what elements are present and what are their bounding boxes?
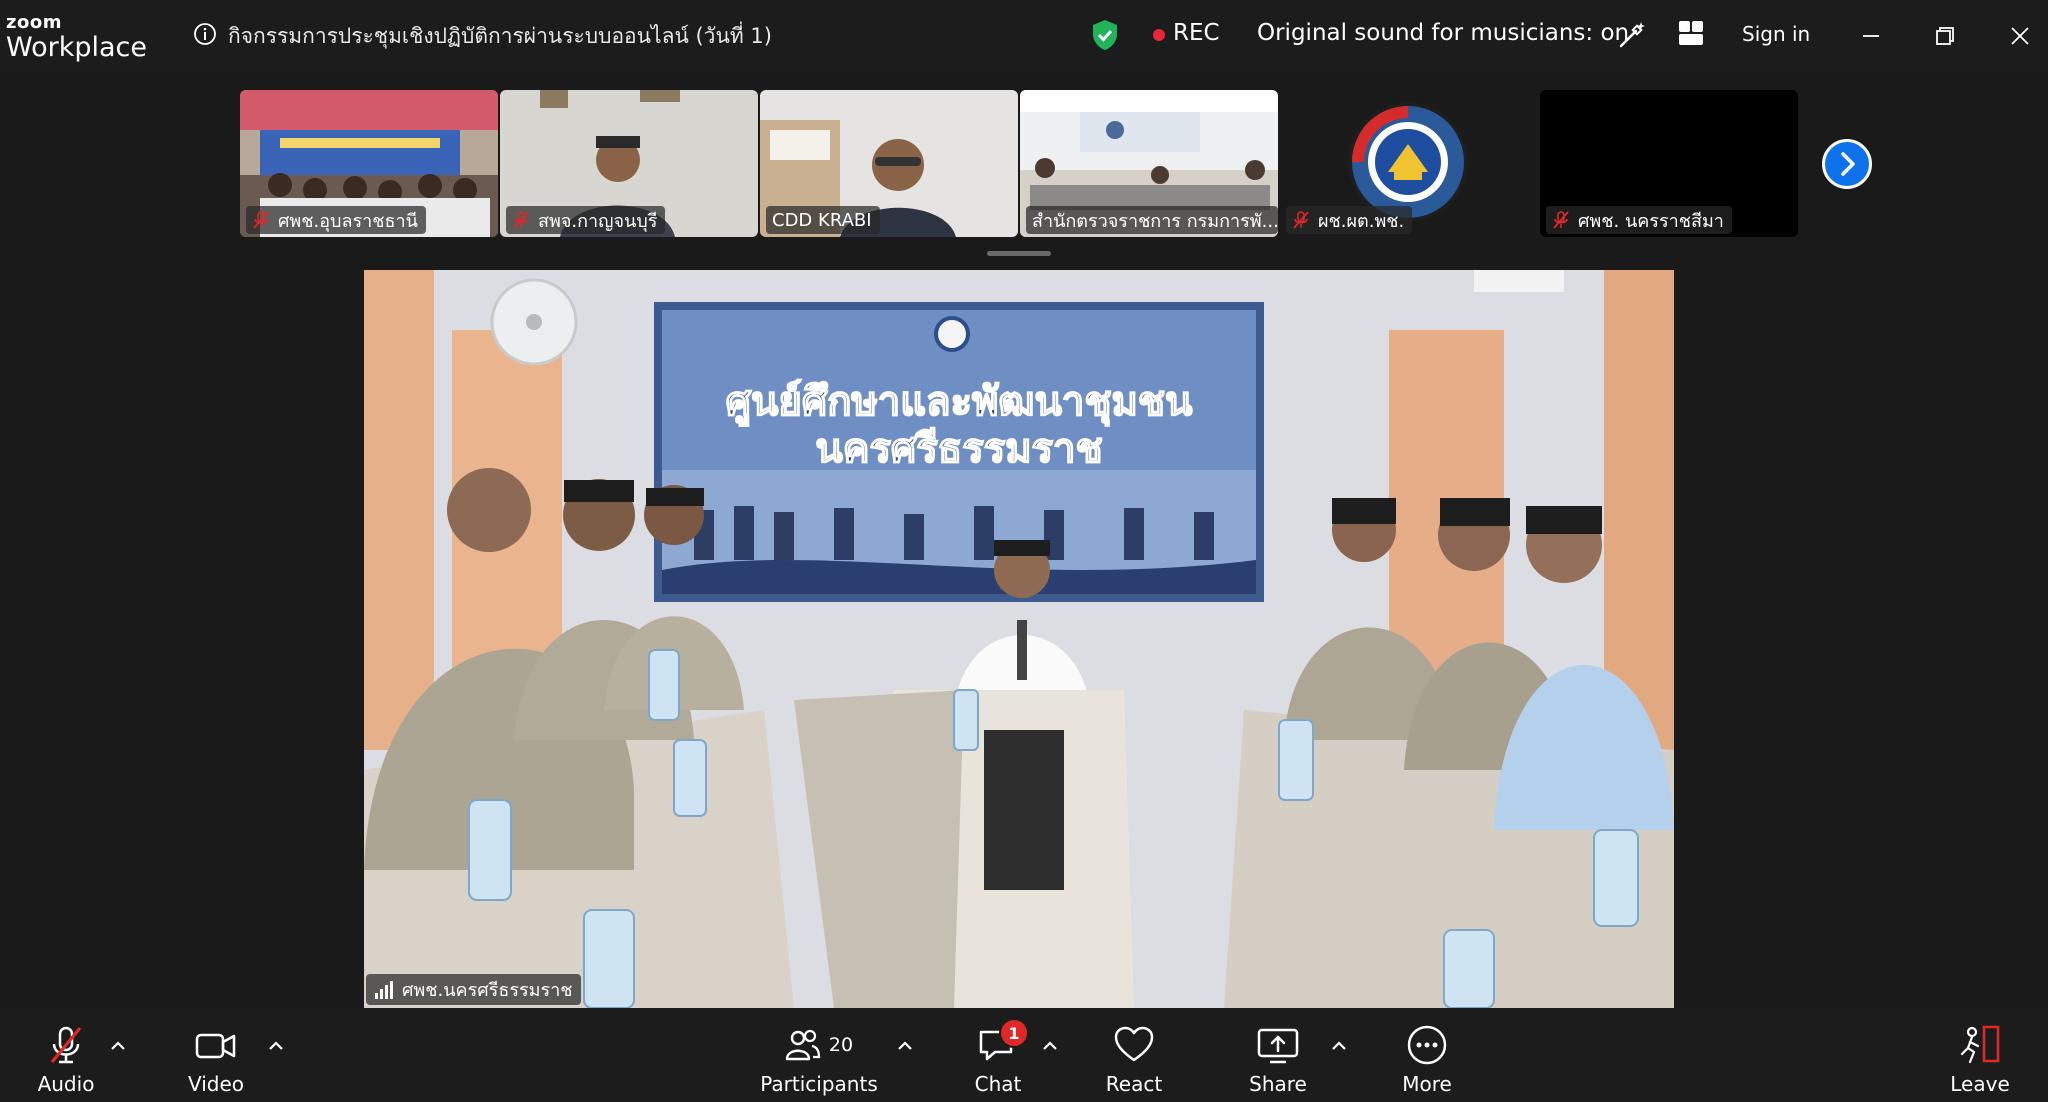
logo-zoom: zoom [6,12,62,33]
video-button[interactable]: Video [188,1024,244,1096]
share-options-chevron-icon[interactable] [1331,1040,1347,1050]
more-dots-icon [1407,1025,1447,1065]
chat-options-chevron-icon[interactable] [1042,1040,1058,1050]
participants-icon [785,1029,821,1061]
participant-tile[interactable]: ผช.ผต.พช. [1280,90,1538,237]
info-icon[interactable] [193,22,217,46]
apps-icon[interactable] [1677,19,1705,47]
participants-options-chevron-icon[interactable] [897,1040,913,1050]
chat-unread-badge: 1 [999,1018,1029,1048]
participants-count: 20 [828,1034,854,1056]
video-camera-icon [195,1033,236,1059]
video-feed: ศูนย์ศึกษาและพัฒนาชุมชน นครศรีธรรมราช [364,270,1674,1008]
participant-name: สพจ.กาญจนบุรี [506,206,666,234]
restore-icon[interactable] [1927,18,1963,54]
share-screen-button[interactable]: Share [1249,1024,1307,1096]
original-sound-toggle[interactable]: Original sound for musicians: on [1257,20,1629,46]
recording-dot-icon [1153,29,1165,41]
minimize-icon[interactable] [1853,18,1889,54]
participant-tile[interactable]: ศพช. นครราชสีมา [1540,90,1798,237]
participant-name: CDD KRABI [766,206,880,234]
participant-tile[interactable]: ศพช.อุบลราชธานี [240,90,498,237]
audio-options-chevron-icon[interactable] [110,1040,126,1050]
participant-name: ศพช.อุบลราชธานี [246,206,426,234]
banner-title-line2: นครศรีธรรมราช [815,425,1102,472]
active-speaker-video[interactable]: ศูนย์ศึกษาและพัฒนาชุมชน นครศรีธรรมราช [364,270,1674,1008]
close-icon[interactable] [2002,18,2038,54]
meeting-title: กิจกรรมการประชุมเชิงปฏิบัติการผ่านระบบออ… [228,24,772,48]
speaker-name-label: ศพช.นครศรีธรรมราช [366,974,581,1005]
video-options-chevron-icon[interactable] [268,1040,284,1050]
banner-title-line1: ศูนย์ศึกษาและพัฒนาชุมชน [726,378,1193,427]
recording-label[interactable]: REC [1173,20,1220,46]
participant-tile[interactable]: CDD KRABI [760,90,1018,237]
participant-tile[interactable]: สพจ.กาญจนบุรี [500,90,758,237]
heart-icon [1114,1026,1154,1062]
mic-muted-icon [1293,211,1309,229]
meeting-controls-toolbar: Audio Video 20 Participants Chat 1 React… [0,1008,2048,1102]
leave-door-icon [1960,1025,2000,1064]
react-button[interactable]: React [1106,1024,1162,1096]
participants-icon-row: 20 [785,1024,853,1066]
mic-muted-icon [50,1026,82,1064]
magic-wand-icon[interactable] [1617,20,1647,50]
leave-meeting-button[interactable]: Leave [1950,1024,2010,1096]
next-page-button[interactable] [1822,139,1872,189]
more-button[interactable]: More [1399,1024,1455,1096]
participant-name: สำนักตรวจราชการ กรมการพั... [1026,206,1278,234]
mic-muted-icon [253,211,269,229]
title-bar: zoom Workplace กิจกรรมการประชุมเชิงปฏิบั… [0,0,2048,72]
mic-muted-icon [1553,211,1569,229]
chevron-right-icon [1841,152,1855,176]
audio-button[interactable]: Audio [38,1024,94,1096]
participant-name: ผช.ผต.พช. [1286,206,1413,234]
share-screen-icon [1257,1028,1299,1064]
signal-strength-icon [375,980,393,999]
mic-muted-icon [513,211,529,229]
app-logo: zoom Workplace [6,12,148,63]
participant-tile[interactable]: สำนักตรวจราชการ กรมการพั... [1020,90,1278,237]
security-shield-icon[interactable] [1091,19,1119,51]
participant-name: ศพช. นครราชสีมา [1546,206,1732,234]
logo-workplace: Workplace [6,32,148,63]
strip-resize-handle[interactable] [987,251,1051,256]
sign-in-link[interactable]: Sign in [1742,22,1810,46]
participants-button[interactable]: 20 Participants [760,1024,878,1096]
